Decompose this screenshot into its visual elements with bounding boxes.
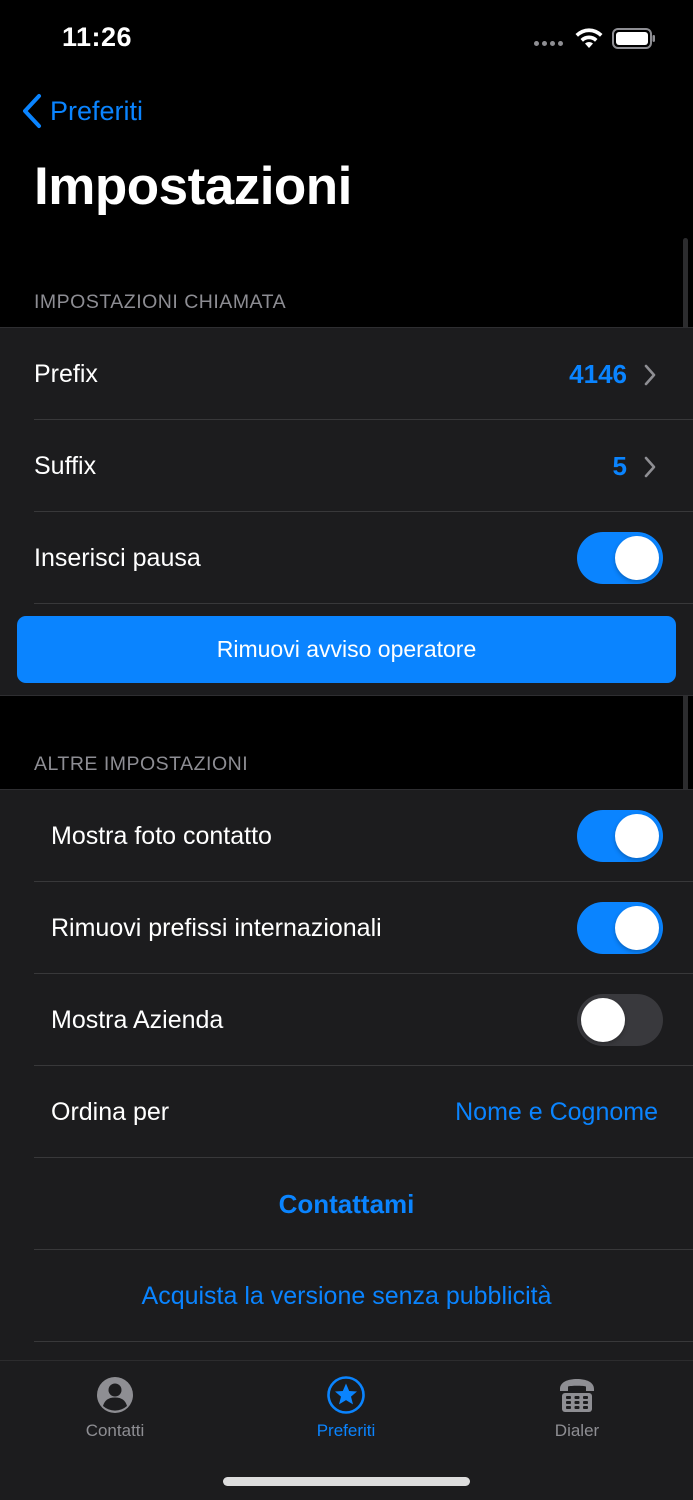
show-contact-photo-label: Mostra foto contatto — [51, 821, 272, 850]
wifi-icon — [575, 28, 603, 48]
tab-label: Preferiti — [316, 1421, 376, 1440]
separator — [34, 1341, 693, 1342]
status-bar: 11:26 — [0, 0, 693, 76]
tab-contatti[interactable]: Contatti — [35, 1375, 195, 1441]
prefix-label: Prefix — [34, 359, 98, 388]
insert-pause-row: Inserisci pausa — [0, 512, 693, 604]
separator — [34, 603, 693, 604]
buy-ad-free-row: Acquista la versione senza pubblicità — [0, 1250, 693, 1342]
show-contact-photo-toggle[interactable] — [577, 810, 663, 862]
prefix-row[interactable]: Prefix 4146 — [0, 328, 693, 420]
sort-by-label: Ordina per — [51, 1097, 170, 1126]
remove-international-prefixes-label: Rimuovi prefissi internazionali — [51, 913, 382, 942]
battery-icon — [612, 28, 655, 49]
back-label: Preferiti — [50, 95, 144, 126]
sort-by-value[interactable]: Nome e Cognome — [455, 1098, 658, 1127]
tab-dialer[interactable]: Dialer — [497, 1375, 657, 1441]
prefix-value: 4146 — [569, 358, 627, 389]
chevron-left-icon — [23, 94, 41, 128]
insert-pause-toggle[interactable] — [577, 532, 663, 584]
sort-by-row[interactable]: Ordina per Nome e Cognome — [0, 1066, 693, 1158]
remove-operator-alert-button[interactable]: Rimuovi avviso operatore — [17, 616, 676, 683]
person-circle-icon — [97, 1377, 133, 1413]
contact-me-row: Contattami — [0, 1158, 693, 1250]
section-header-call-settings: IMPOSTAZIONI CHIAMATA — [34, 291, 287, 313]
tab-label: Dialer — [554, 1421, 600, 1440]
show-company-toggle[interactable] — [577, 994, 663, 1046]
insert-pause-label: Inserisci pausa — [34, 543, 201, 572]
cellular-signal-icon — [534, 41, 563, 46]
tab-preferiti[interactable]: Preferiti — [266, 1375, 426, 1441]
chevron-right-icon — [644, 456, 656, 478]
suffix-row[interactable]: Suffix 5 — [0, 420, 693, 512]
show-company-row: Mostra Azienda — [0, 974, 693, 1066]
remove-international-prefixes-row: Rimuovi prefissi internazionali — [0, 882, 693, 974]
show-company-label: Mostra Azienda — [51, 1005, 224, 1034]
call-settings-group: Prefix 4146 Suffix 5 Inserisci pausa Rim… — [0, 327, 693, 696]
suffix-value: 5 — [612, 450, 627, 481]
suffix-label: Suffix — [34, 451, 97, 480]
star-circle-icon — [327, 1376, 365, 1414]
contact-me-button[interactable]: Contattami — [0, 1189, 693, 1220]
show-contact-photo-row: Mostra foto contatto — [0, 790, 693, 882]
chevron-right-icon — [644, 364, 656, 386]
section-header-other-settings: ALTRE IMPOSTAZIONI — [34, 753, 249, 775]
buy-ad-free-button[interactable]: Acquista la versione senza pubblicità — [0, 1282, 693, 1311]
page-title: Impostazioni — [34, 157, 352, 216]
tab-label: Contatti — [85, 1421, 145, 1440]
home-indicator — [223, 1477, 470, 1486]
status-time: 11:26 — [62, 22, 133, 52]
remove-international-prefixes-toggle[interactable] — [577, 902, 663, 954]
back-button[interactable]: Preferiti — [20, 92, 143, 130]
other-settings-group: Mostra foto contatto Rimuovi prefissi in… — [0, 789, 693, 1369]
telephone-keypad-icon — [560, 1379, 594, 1412]
